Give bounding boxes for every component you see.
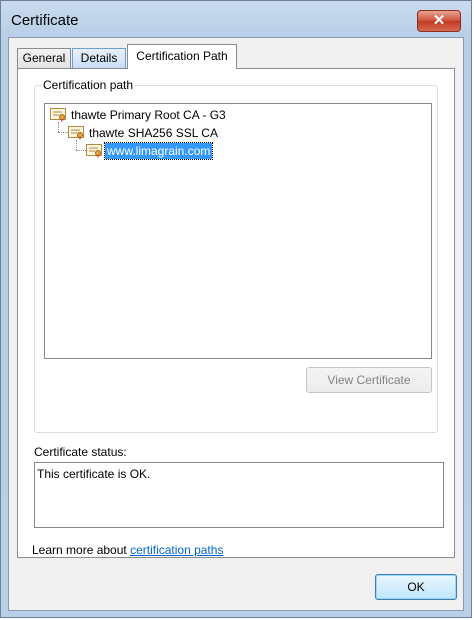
certificate-dialog: Certificate ✕ General Details Certificat… <box>0 0 472 618</box>
tree-node-label: thawte SHA256 SSL CA <box>89 126 218 140</box>
certificate-icon <box>86 144 102 158</box>
certificate-status-box[interactable]: This certificate is OK. <box>34 462 444 528</box>
tab-certification-path[interactable]: Certification Path <box>127 44 237 69</box>
window-title: Certificate <box>11 12 79 29</box>
certificate-tree[interactable]: thawte Primary Root CA - G3 thawte SHA25… <box>44 103 432 359</box>
ok-button[interactable]: OK <box>375 574 457 600</box>
tree-node-label: thawte Primary Root CA - G3 <box>71 108 226 122</box>
certification-paths-link[interactable]: certification paths <box>130 543 223 557</box>
title-bar[interactable]: Certificate ✕ <box>1 1 473 41</box>
certificate-icon <box>68 126 84 140</box>
tree-connector <box>58 122 59 132</box>
dialog-body: General Details Certification Path Certi… <box>8 37 464 611</box>
group-label: Certification path <box>41 78 136 92</box>
learn-more-text: Learn more about <box>32 543 131 557</box>
certification-path-group: Certification path thawte Primary Root C… <box>34 78 438 433</box>
tree-node-label: www.limagrain.com <box>103 142 214 160</box>
learn-more: Learn more about certification paths <box>32 543 223 557</box>
tree-connector <box>76 140 77 150</box>
certificate-icon <box>50 108 66 122</box>
view-certificate-button[interactable]: View Certificate <box>306 367 432 393</box>
tree-connector <box>58 132 68 133</box>
tree-connector <box>76 150 86 151</box>
tab-details[interactable]: Details <box>72 48 126 68</box>
close-icon: ✕ <box>432 12 446 29</box>
close-button[interactable]: ✕ <box>417 10 461 32</box>
tab-general[interactable]: General <box>17 48 71 68</box>
certificate-status-text: This certificate is OK. <box>37 467 151 481</box>
certificate-status-label: Certificate status: <box>34 445 127 459</box>
certification-path-panel: Certification path thawte Primary Root C… <box>17 68 455 558</box>
